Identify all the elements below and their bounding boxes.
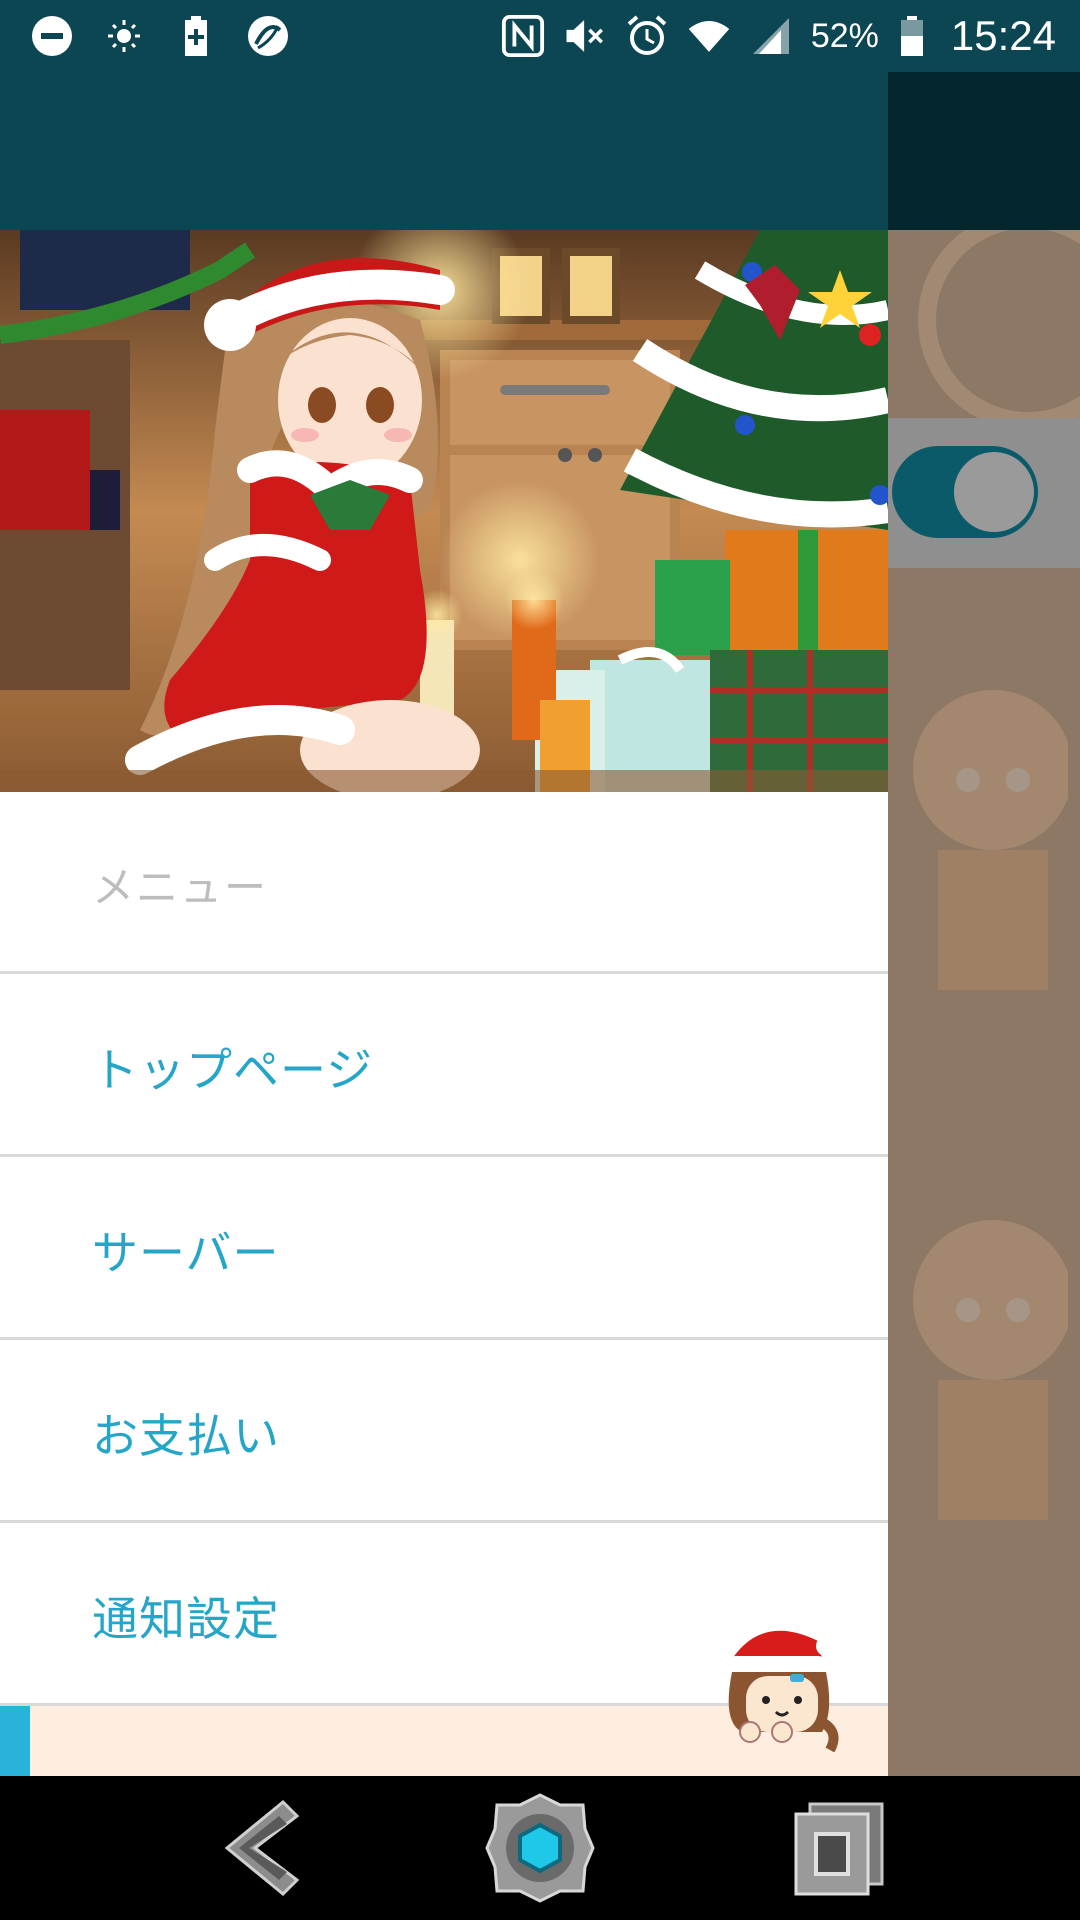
app-notification-icon — [246, 14, 290, 58]
santa-mascot-icon — [728, 1630, 839, 1752]
menu-section-header: メニュー — [0, 792, 888, 974]
drawer-header — [0, 72, 888, 230]
menu-item-label: トップページ — [92, 1043, 374, 1097]
background-app-header — [888, 72, 1080, 230]
battery-percent: 52% — [810, 16, 879, 55]
chibi-character-watermark-2 — [913, 1220, 1068, 1520]
battery-saver-icon — [174, 14, 218, 58]
background-app-scrim[interactable] — [888, 72, 1080, 1776]
navigation-drawer: メニュー トップページ サーバー お支払い 通知設定 — [0, 72, 888, 1776]
nfc-icon — [501, 14, 545, 58]
home-icon — [485, 1793, 595, 1903]
background-decoration — [918, 230, 1080, 430]
menu-item-label: サーバー — [92, 1226, 280, 1280]
menu-item-top-page[interactable]: トップページ — [0, 974, 888, 1157]
menu-header-label: メニュー — [92, 863, 269, 912]
banner-image — [0, 230, 888, 792]
clock: 15:24 — [950, 12, 1056, 59]
recents-icon — [794, 1802, 884, 1896]
menu-item-server[interactable]: サーバー — [0, 1157, 888, 1340]
alarm-icon — [625, 14, 669, 58]
background-toggle — [892, 446, 1038, 538]
do-not-disturb-icon — [30, 14, 74, 58]
chibi-character-watermark — [913, 690, 1068, 990]
toggle-knob — [954, 452, 1034, 532]
recents-button[interactable] — [780, 1790, 896, 1906]
mute-icon — [563, 14, 607, 58]
footer-accent-bar — [0, 1706, 30, 1776]
back-icon — [224, 1799, 300, 1897]
menu-item-label: お支払い — [92, 1409, 280, 1463]
system-navigation-bar — [0, 1776, 1080, 1920]
status-bar: 52% 15:24 — [0, 0, 1080, 72]
menu-item-payment[interactable]: お支払い — [0, 1340, 888, 1523]
brightness-icon — [102, 14, 146, 58]
wifi-icon — [687, 14, 731, 58]
menu-item-label: 通知設定 — [92, 1592, 280, 1646]
back-button[interactable] — [200, 1790, 316, 1906]
battery-icon — [897, 14, 927, 58]
background-app-content — [888, 230, 1080, 1776]
signal-icon — [749, 14, 793, 58]
home-button[interactable] — [482, 1790, 598, 1906]
